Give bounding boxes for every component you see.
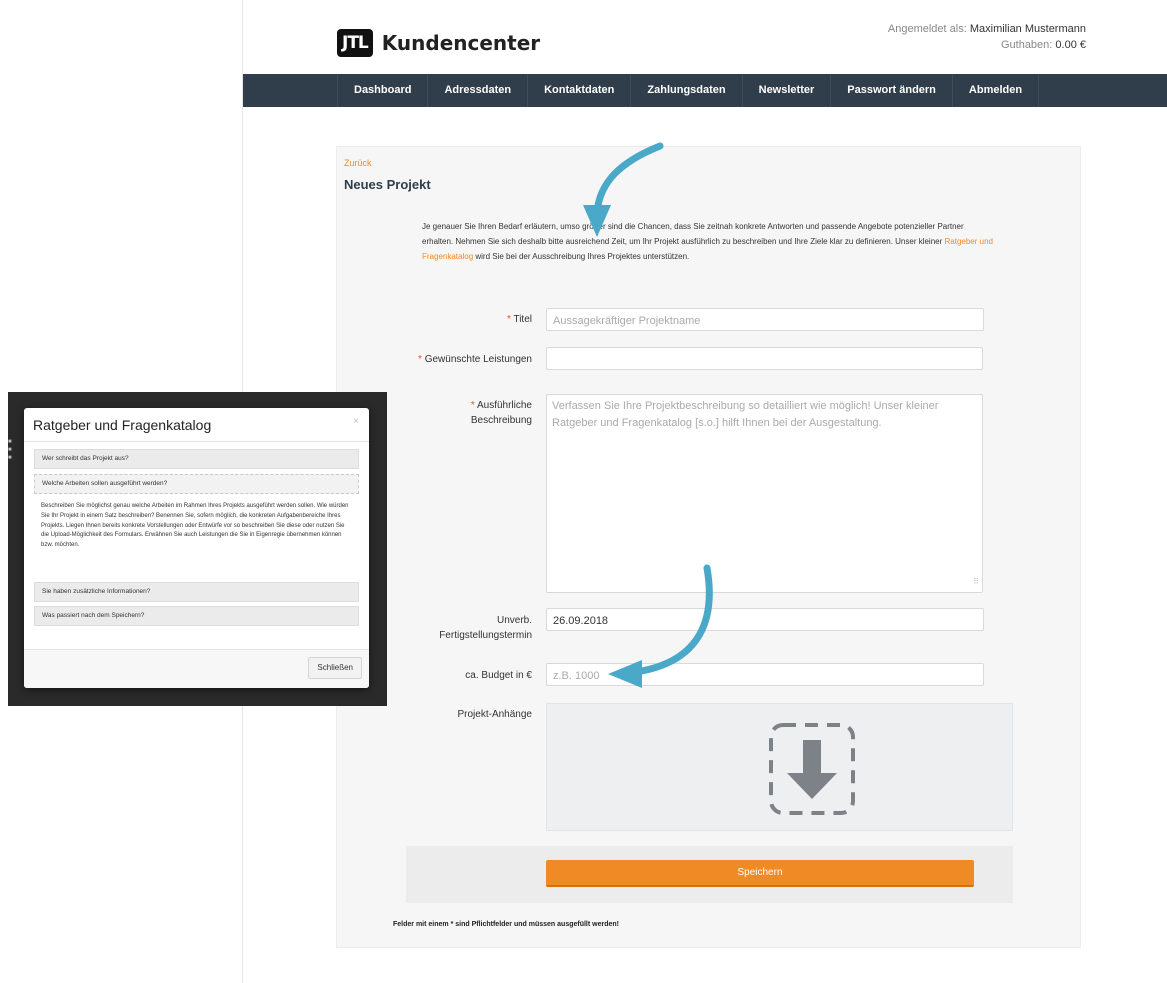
modal-divider [24,441,369,442]
guide-modal: Ratgeber und Fragenkatalog × Wer schreib… [24,408,369,688]
accordion-item-4[interactable]: Was passiert nach dem Speichern? [34,606,359,626]
accordion-item-2[interactable]: Welche Arbeiten sollen ausgeführt werden… [34,474,359,494]
accordion-item-2-body: Beschreiben Sie möglichst genau welche A… [41,503,349,549]
accordion-item-3[interactable]: Sie haben zusätzliche Informationen? [34,582,359,602]
annotation-arrow-1-head [583,205,611,237]
annotation-arrow-2-head [608,660,642,688]
modal-title: Ratgeber und Fragenkatalog [33,417,212,433]
accordion-item-1[interactable]: Wer schreibt das Projekt aus? [34,449,359,469]
modal-footer: Schließen [24,650,369,688]
annotation-arrow-2 [632,564,713,676]
close-button[interactable]: Schließen [308,657,362,679]
backdrop-text-fragment: ■ ■ ■ [8,439,12,461]
annotation-arrow-1 [593,142,664,216]
close-icon[interactable]: × [353,416,359,427]
